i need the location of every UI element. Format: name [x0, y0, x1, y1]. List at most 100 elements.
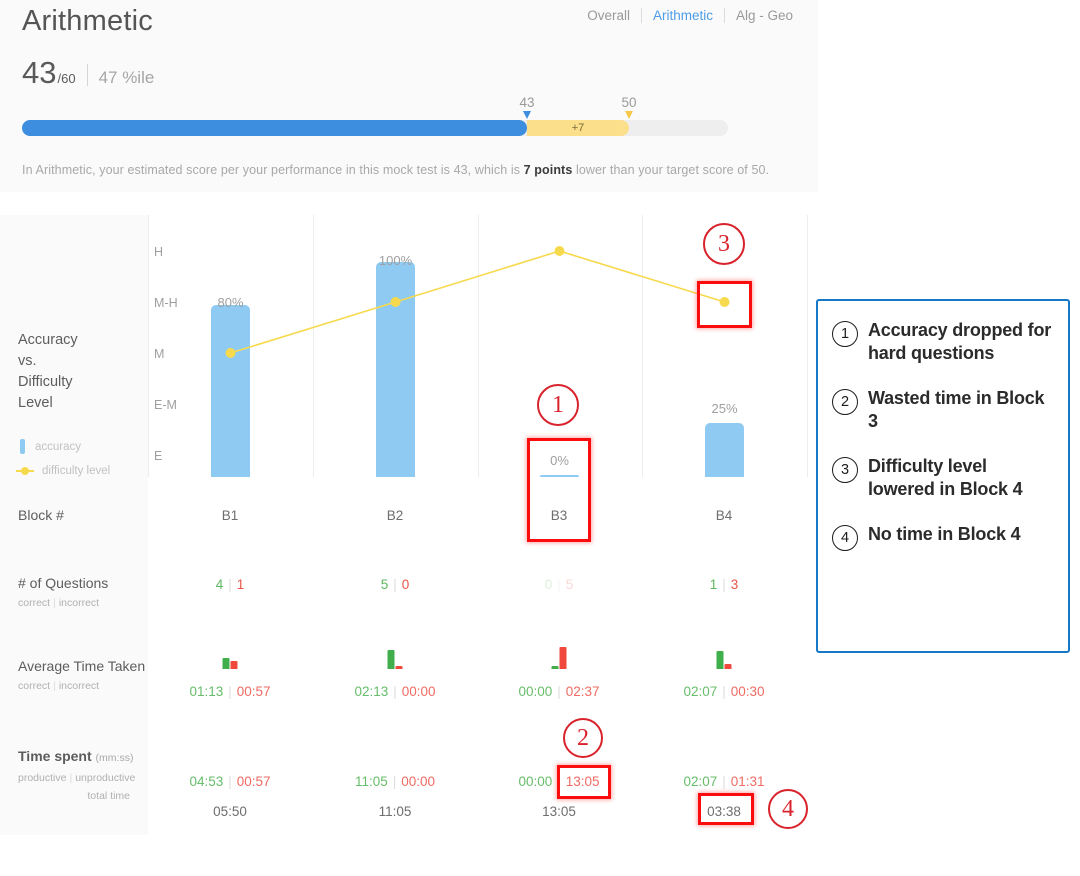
legend-difficulty: difficulty level	[16, 465, 110, 477]
cell-total-time-b1: 05:50	[213, 804, 247, 819]
cell-questions-b2: 5 | 0	[380, 577, 410, 592]
note-number-1: 1	[832, 321, 858, 347]
questions-incorrect: 5	[565, 577, 574, 592]
block-breakdown-grid: Accuracy vs. Difficulty Level accuracy d…	[0, 215, 808, 850]
annotation-marker-2: 2	[563, 718, 603, 758]
sub-unproductive: unproductive	[75, 772, 136, 784]
row-label-questions-sub: correct | incorrect	[18, 597, 100, 609]
legend-accuracy-swatch-icon	[20, 439, 25, 454]
summary-header-panel: Arithmetic Overall Arithmetic Alg - Geo …	[0, 0, 818, 192]
chart-title-line-3: Difficulty	[18, 374, 73, 390]
legend-difficulty-label: difficulty level	[42, 465, 111, 477]
annotation-box-2-wasted-time	[557, 765, 611, 799]
tab-overall[interactable]: Overall	[576, 8, 641, 23]
sub-productive: productive	[18, 772, 67, 784]
row-label-block: Block #	[18, 507, 64, 524]
annotation-marker-4: 4	[768, 789, 808, 829]
time-spent-unit: (mm:ss)	[95, 752, 134, 764]
row-label-avg-time-title: Average Time Taken	[18, 658, 146, 674]
row-label-time-spent: Time spent (mm:ss) productive | unproducti…	[18, 748, 135, 802]
target-score-marker-label: 50	[621, 95, 637, 110]
note-number-2: 2	[832, 389, 858, 415]
time-unproductive: 01:31	[730, 774, 765, 789]
note-text-1: Accuracy dropped for hard questions	[868, 320, 1052, 363]
minibar-b2	[387, 647, 403, 669]
cell-avg-time-b4: 02:07 | 00:30	[683, 684, 765, 699]
annotation-marker-3: 3	[703, 223, 745, 265]
legend-difficulty-line-icon	[16, 467, 34, 475]
legend-accuracy: accuracy	[20, 439, 81, 454]
sub-incorrect: incorrect	[58, 680, 100, 692]
questions-incorrect: 0	[401, 577, 410, 592]
page-title: Arithmetic	[22, 5, 153, 37]
cell-avg-time-b2: 02:13 | 00:00	[354, 684, 436, 699]
note-item-2: 2 Wasted time in Block 3	[832, 387, 1056, 433]
avg-time-correct: 01:13	[189, 684, 224, 699]
annotation-notes-panel: 1 Accuracy dropped for hard questions 2 …	[816, 299, 1070, 653]
cell-block-b2: B2	[386, 508, 404, 523]
minibar-b3	[551, 647, 567, 669]
annotation-marker-1: 1	[537, 384, 579, 426]
note-text-4: No time in Block 4	[868, 524, 1021, 544]
questions-incorrect: 1	[236, 577, 245, 592]
score-explanation: In Arithmetic, your estimated score per …	[22, 163, 802, 177]
cell-time-spent-b1: 04:53 | 00:57	[189, 774, 271, 789]
cell-block-b4: B4	[715, 508, 733, 523]
section-tabs: Overall Arithmetic Alg - Geo	[576, 8, 804, 23]
avg-time-incorrect: 00:30	[730, 684, 765, 699]
cell-block-b1: B1	[221, 508, 239, 523]
legend-accuracy-label: accuracy	[35, 440, 82, 453]
cell-avg-time-b1: 01:13 | 00:57	[189, 684, 271, 699]
row-label-block-title: Block #	[18, 507, 64, 523]
note-text-3: Difficulty level lowered in Block 4	[868, 456, 1023, 499]
cell-questions-b3: 0 | 5	[544, 577, 574, 592]
current-score-marker-arrow-icon	[522, 111, 531, 119]
score-progress-bar: +7 43 50	[22, 95, 728, 136]
time-productive: 00:00	[518, 774, 553, 789]
score-summary: 43 /60 47 %ile	[22, 57, 154, 88]
questions-incorrect: 3	[730, 577, 739, 592]
sub-correct: correct	[18, 680, 51, 692]
avg-time-correct: 00:00	[518, 684, 553, 699]
avg-time-incorrect: 02:37	[565, 684, 600, 699]
avg-time-incorrect: 00:00	[401, 684, 436, 699]
time-productive: 11:05	[354, 774, 388, 789]
questions-correct: 5	[380, 577, 389, 592]
tab-alg-geo[interactable]: Alg - Geo	[725, 8, 804, 23]
cell-time-spent-b4: 02:07 | 01:31	[683, 774, 765, 789]
note-item-3: 3 Difficulty level lowered in Block 4	[832, 455, 1056, 501]
score-divider	[86, 64, 88, 86]
chart-title-line-2: vs.	[18, 353, 37, 369]
time-unproductive: 00:57	[236, 774, 271, 789]
row-label-questions: # of Questions correct | incorrect	[18, 575, 108, 609]
avg-time-incorrect: 00:57	[236, 684, 271, 699]
questions-correct: 0	[544, 577, 553, 592]
avg-time-correct: 02:07	[683, 684, 718, 699]
time-productive: 02:07	[683, 774, 718, 789]
time-unproductive: 00:00	[401, 774, 436, 789]
chart-title: Accuracy vs. Difficulty Level	[18, 330, 78, 414]
annotation-box-1-zero-accuracy	[527, 438, 591, 542]
cell-total-time-b2: 11:05	[378, 804, 412, 819]
row-label-time-spent-title: Time spent (mm:ss)	[18, 748, 135, 767]
note-number-3: 3	[832, 457, 858, 483]
cell-questions-b4: 1 | 3	[709, 577, 739, 592]
row-label-column	[0, 215, 148, 835]
score-value: 43	[22, 55, 57, 90]
annotation-box-3-difficulty-drop	[697, 281, 752, 328]
cell-questions-b1: 4 | 1	[215, 577, 245, 592]
row-label-questions-title: # of Questions	[18, 575, 109, 591]
footnote-highlight: 7 points	[523, 163, 573, 177]
sub-correct: correct	[18, 597, 51, 609]
note-text-2: Wasted time in Block 3	[868, 388, 1045, 431]
note-number-4: 4	[832, 525, 858, 551]
chart-title-line-1: Accuracy	[18, 332, 78, 348]
annotation-box-4-no-time-block4	[698, 793, 754, 825]
percentile-value: 47 %ile	[98, 68, 155, 87]
footnote-text-post: lower than your target score of 50.	[572, 163, 770, 177]
tab-arithmetic[interactable]: Arithmetic	[642, 8, 724, 23]
progress-achieved	[22, 120, 527, 136]
footnote-text-pre: In Arithmetic, your estimated score per …	[22, 163, 524, 177]
chart-title-line-4: Level	[18, 395, 53, 411]
time-productive: 04:53	[189, 774, 224, 789]
